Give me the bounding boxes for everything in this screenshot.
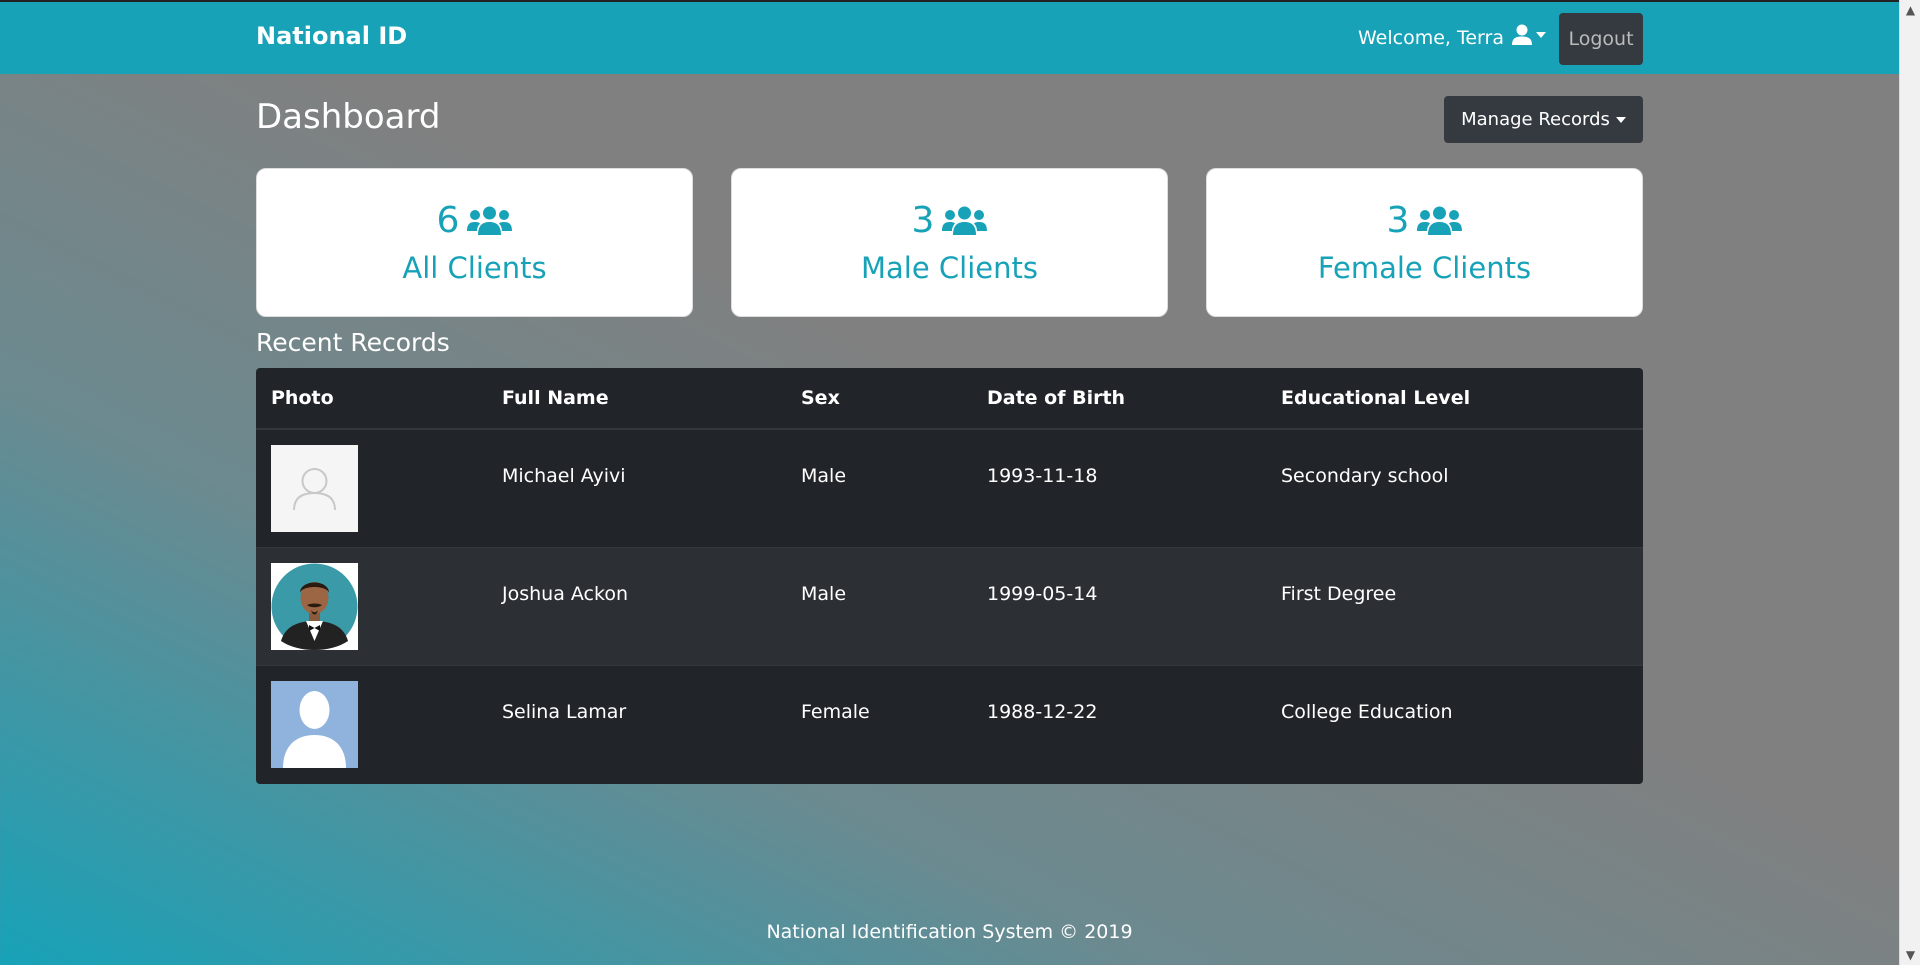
- cell-dob: 1988-12-22: [972, 664, 1266, 783]
- column-header: Full Name: [487, 368, 786, 430]
- welcome-text: Welcome, Terra: [1358, 27, 1504, 49]
- cell-full-name: Michael Ayivi: [487, 428, 786, 547]
- footer-text: National Identification System © 2019: [766, 921, 1133, 943]
- user-menu-toggle[interactable]: [1512, 24, 1546, 46]
- scroll-down-icon[interactable]: ▼: [1900, 945, 1920, 965]
- cell-sex: Male: [786, 546, 972, 665]
- manage-records-dropdown[interactable]: Manage Records: [1444, 96, 1643, 143]
- column-header: Educational Level: [1266, 368, 1643, 430]
- stat-card-female-clients[interactable]: 3 Female Clients: [1206, 168, 1643, 317]
- column-header: Sex: [786, 368, 972, 430]
- chevron-down-icon: [1536, 32, 1546, 38]
- stat-count: 3: [911, 199, 935, 241]
- stat-card-all-clients[interactable]: 6 All Clients: [256, 168, 693, 317]
- cell-dob: 1993-11-18: [972, 428, 1266, 547]
- column-header: Photo: [256, 368, 487, 430]
- recent-records-title: Recent Records: [256, 328, 450, 357]
- stat-card-male-clients[interactable]: 3 Male Clients: [731, 168, 1168, 317]
- table-header-row: Photo Full Name Sex Date of Birth Educat…: [256, 368, 1643, 430]
- table-row[interactable]: Selina Lamar Female 1988-12-22 College E…: [256, 664, 1643, 783]
- page: National ID Welcome, Terra Logout Dashbo…: [0, 0, 1899, 965]
- cell-education: First Degree: [1266, 546, 1643, 665]
- page-title: Dashboard: [256, 97, 441, 137]
- cell-full-name: Selina Lamar: [487, 664, 786, 783]
- users-icon: [467, 206, 513, 235]
- placeholder-avatar: [271, 445, 358, 532]
- navbar: National ID Welcome, Terra Logout: [0, 2, 1899, 74]
- vertical-scrollbar[interactable]: ▲ ▼: [1899, 0, 1920, 965]
- cell-sex: Female: [786, 664, 972, 783]
- chevron-down-icon: [1615, 116, 1626, 123]
- stat-label: All Clients: [402, 250, 547, 285]
- table-row[interactable]: Joshua Ackon Male 1999-05-14 First Degre…: [256, 546, 1643, 665]
- table-row[interactable]: Michael Ayivi Male 1993-11-18 Secondary …: [256, 428, 1643, 547]
- recent-records-table: Photo Full Name Sex Date of Birth Educat…: [256, 368, 1643, 784]
- logout-button[interactable]: Logout: [1559, 13, 1643, 65]
- cell-sex: Male: [786, 428, 972, 547]
- user-icon: [1512, 24, 1532, 45]
- scroll-up-icon[interactable]: ▲: [1900, 0, 1920, 20]
- manage-records-label: Manage Records: [1461, 109, 1610, 130]
- cell-education: College Education: [1266, 664, 1643, 783]
- stat-label: Female Clients: [1317, 250, 1532, 285]
- stat-label: Male Clients: [861, 250, 1038, 285]
- cell-dob: 1999-05-14: [972, 546, 1266, 665]
- stat-count: 3: [1386, 199, 1410, 241]
- users-icon: [942, 206, 988, 235]
- man-tuxedo-avatar: [271, 562, 358, 650]
- cell-education: Secondary school: [1266, 428, 1643, 547]
- scroll-thumb[interactable]: [1903, 22, 1918, 942]
- stat-count: 6: [436, 199, 460, 241]
- users-icon: [1417, 206, 1463, 235]
- cell-full-name: Joshua Ackon: [487, 546, 786, 665]
- brand-link[interactable]: National ID: [256, 22, 407, 50]
- silhouette-avatar: [271, 680, 358, 768]
- column-header: Date of Birth: [972, 368, 1266, 430]
